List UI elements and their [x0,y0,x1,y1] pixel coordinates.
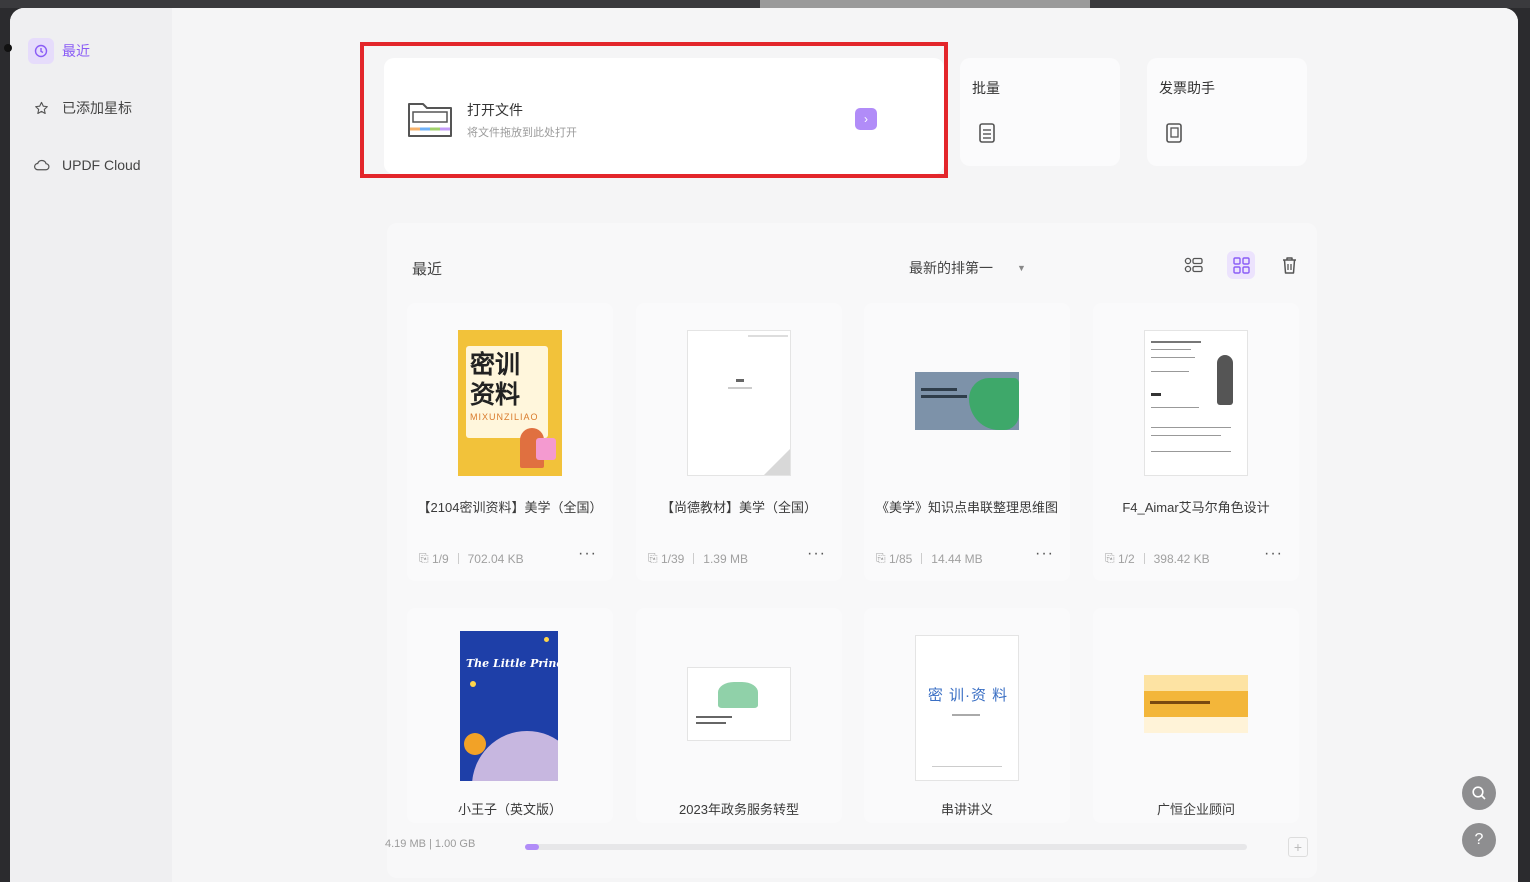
file-thumbnail [1144,330,1248,476]
file-name: 【2104密训资料】美学（全国） [417,500,603,515]
thumbnail-text: 密 训·资 料 [927,687,1009,704]
storage-progress-bar [525,844,1247,850]
file-thumbnail: 密训 资料 MIXUNZILIAO [458,330,562,476]
file-meta: ⎘ 1/39 1.39 MB [648,551,748,566]
chevron-down-icon: ▼ [1017,263,1026,273]
file-card[interactable]: 广恒企业顾问 [1093,608,1299,823]
file-meta: ⎘ 1/9 702.04 KB [419,551,524,566]
file-card[interactable]: 2023年政务服务转型 [636,608,842,823]
invoice-icon [1162,121,1186,150]
file-name: 串讲讲义 [940,802,993,817]
sort-dropdown[interactable]: 最新的排第一 ▼ [909,258,1026,278]
thumbnail-text: The Little Prince [466,657,558,670]
recent-files-panel: 最近 最新的排第一 ▼ 密训 资料 MIXUNZILIAO 【2104密训资料】… [387,223,1317,878]
more-options-icon[interactable]: ··· [1035,545,1054,563]
sidebar: 最近 已添加星标 UPDF Cloud [10,8,172,882]
app-window: 最近 已添加星标 UPDF Cloud 打开文件 将文件拖放到此处打开 › 批量… [10,8,1518,882]
file-thumbnail: 密 训·资 料 [915,635,1019,781]
file-meta: ⎘ 1/85 14.44 MB [876,551,983,566]
file-name: 广恒企业顾问 [1156,802,1235,817]
more-options-icon[interactable]: ··· [578,545,597,563]
recent-heading: 最近 [412,261,443,278]
file-thumbnail: The Little Prince [460,631,558,781]
file-card[interactable]: 【尚德教材】美学（全国） ⎘ 1/39 1.39 MB ··· [636,303,842,581]
file-thumbnail [687,330,791,476]
batch-label: 批量 [972,80,1000,96]
page-icon: ⎘ [876,551,889,565]
help-icon[interactable]: ? [1462,823,1496,857]
page-icon: ⎘ [648,551,661,565]
sidebar-item-starred[interactable]: 已添加星标 [28,93,132,123]
file-thumbnail [1144,675,1248,733]
invoice-assistant-card[interactable]: 发票助手 [1147,58,1307,166]
search-icon[interactable] [1462,776,1496,810]
clock-icon [28,38,54,64]
file-meta: ⎘ 1/2 398.42 KB [1105,551,1210,566]
file-card[interactable]: 密 训·资 料 串讲讲义 [864,608,1070,823]
file-card[interactable]: 《美学》知识点串联整理思维图 ⎘ 1/85 14.44 MB ··· [864,303,1070,581]
file-thumbnail [687,667,791,741]
grid-view-icon[interactable] [1227,251,1255,279]
more-options-icon[interactable]: ··· [807,545,826,563]
file-name: 【尚德教材】美学（全国） [660,500,817,515]
sort-label: 最新的排第一 [909,260,993,276]
file-name: 《美学》知识点串联整理思维图 [875,500,1058,515]
more-options-icon[interactable]: ··· [1264,545,1283,563]
file-thumbnail [915,372,1019,430]
file-card[interactable]: The Little Prince 小王子（英文版） [407,608,613,823]
star-icon [28,95,54,121]
highlight-frame [360,42,948,178]
cloud-icon [28,152,54,178]
thumbnail-text: 密训 资料 [470,350,521,409]
add-storage-icon[interactable]: + [1288,837,1308,857]
trash-icon[interactable] [1275,251,1303,279]
list-view-icon[interactable] [1180,251,1208,279]
file-name: 小王子（英文版） [457,802,562,817]
file-name: 2023年政务服务转型 [679,802,799,817]
sidebar-item-label: 最近 [62,43,90,59]
page-icon: ⎘ [1105,551,1118,565]
invoice-label: 发票助手 [1159,80,1215,96]
sidebar-item-label: 已添加星标 [62,100,132,116]
file-name: F4_Aimar艾马尔角色设计 [1122,500,1270,515]
window-title-bar [0,0,1530,8]
sidebar-item-label: UPDF Cloud [62,157,141,173]
sidebar-item-cloud[interactable]: UPDF Cloud [28,150,141,180]
file-card[interactable]: 密训 资料 MIXUNZILIAO 【2104密训资料】美学（全国） ⎘ 1/9… [407,303,613,581]
batch-card[interactable]: 批量 [960,58,1120,166]
thumbnail-subtext: MIXUNZILIAO [470,412,539,422]
sidebar-item-recent[interactable]: 最近 [28,36,90,66]
file-card[interactable]: F4_Aimar艾马尔角色设计 ⎘ 1/2 398.42 KB ··· [1093,303,1299,581]
storage-usage: 4.19 MB | 1.00 GB [385,838,476,850]
batch-icon [975,121,999,150]
window-edge-dot [4,44,12,52]
page-icon: ⎘ [419,551,432,565]
